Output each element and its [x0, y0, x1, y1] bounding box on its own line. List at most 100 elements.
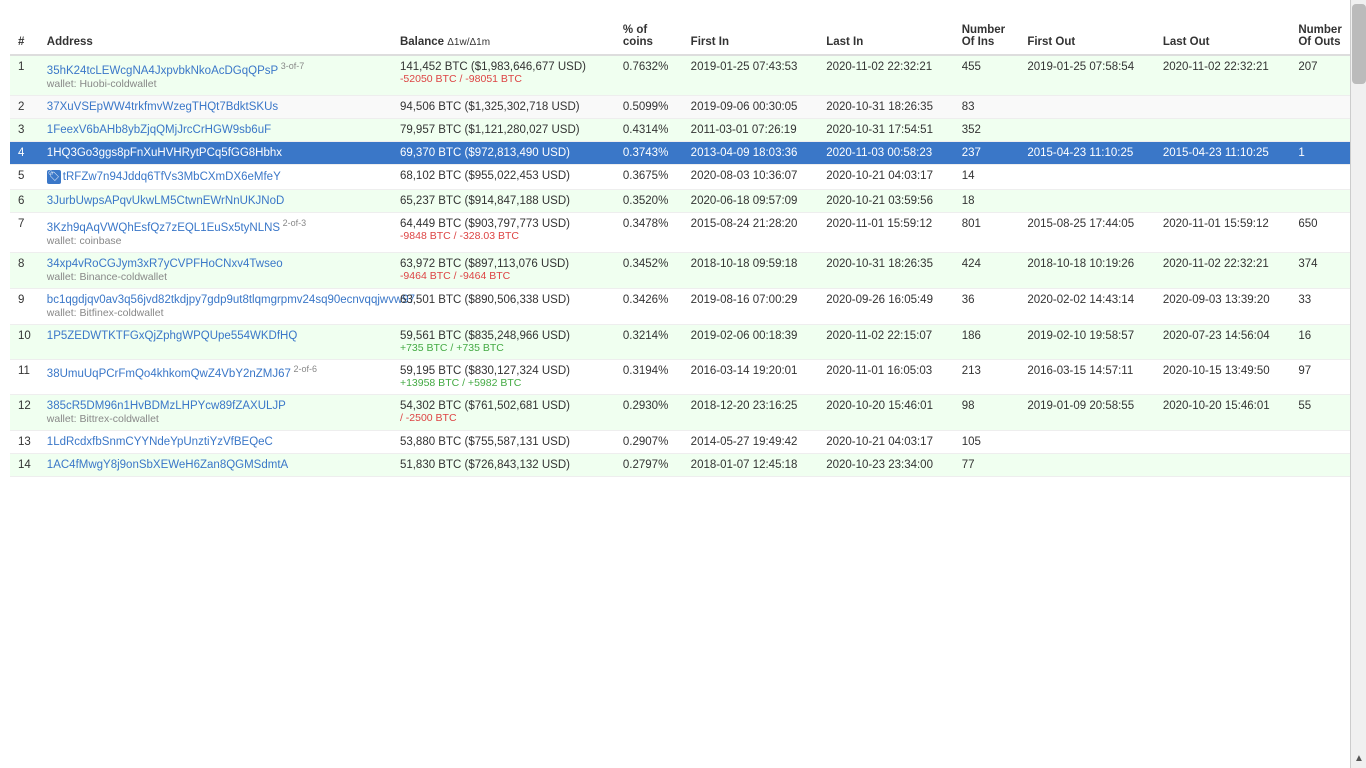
- balance-change: +735 BTC / +735 BTC: [400, 342, 607, 354]
- address-link[interactable]: 🏷tRFZw7n94Jddq6TfVs3MbCXmDX6eMfeY: [47, 171, 281, 183]
- first-out-cell: 2016-03-15 14:57:11: [1019, 359, 1155, 394]
- address-link[interactable]: 3JurbUwpsAPqvUkwLM5CtwnEWrNnUKJNoD: [47, 195, 285, 207]
- col-first-out: First Out: [1019, 18, 1155, 55]
- table-row: 63JurbUwpsAPqvUkwLM5CtwnEWrNnUKJNoD65,23…: [10, 189, 1356, 212]
- scrollbar[interactable]: ▲: [1350, 0, 1366, 768]
- first-out-cell: [1019, 189, 1155, 212]
- pct-cell: 0.3194%: [615, 359, 683, 394]
- balance-cell: 53,880 BTC ($755,587,131 USD): [392, 430, 615, 453]
- table-row: 834xp4vRoCGJym3xR7yCVPFHoCNxv4Twseowalle…: [10, 252, 1356, 288]
- num-ins-cell: 105: [954, 430, 1020, 453]
- address-link[interactable]: 1P5ZEDWTKTFGxQjZphgWPQUpe554WKDfHQ: [47, 330, 298, 342]
- first-out-cell: 2015-08-25 17:44:05: [1019, 212, 1155, 252]
- address-cell: 1HQ3Go3ggs8pFnXuHVHRytPCq5fGG8Hbhx: [39, 141, 392, 164]
- first-out-cell: [1019, 453, 1155, 476]
- balance-cell: 63,972 BTC ($897,113,076 USD)-9464 BTC /…: [392, 252, 615, 288]
- last-in-cell: 2020-11-01 16:05:03: [818, 359, 954, 394]
- num-outs-cell: 16: [1290, 324, 1356, 359]
- rank-cell: 14: [10, 453, 39, 476]
- address-link[interactable]: 385cR5DM96n1HvBDMzLHPYcw89fZAXULJP: [47, 400, 286, 412]
- first-in-cell: 2015-08-24 21:28:20: [683, 212, 819, 252]
- rank-cell: 5: [10, 164, 39, 189]
- balance-cell: 59,561 BTC ($835,248,966 USD)+735 BTC / …: [392, 324, 615, 359]
- rank-cell: 12: [10, 394, 39, 430]
- rank-cell: 8: [10, 252, 39, 288]
- first-out-cell: 2019-01-25 07:58:54: [1019, 55, 1155, 95]
- rank-cell: 10: [10, 324, 39, 359]
- num-ins-cell: 36: [954, 288, 1020, 324]
- scroll-down-arrow[interactable]: ▲: [1352, 753, 1366, 764]
- first-in-cell: 2020-08-03 10:36:07: [683, 164, 819, 189]
- first-in-cell: 2019-09-06 00:30:05: [683, 95, 819, 118]
- col-num-ins: NumberOf Ins: [954, 18, 1020, 55]
- address-link[interactable]: 37XuVSEpWW4trkfmvWzegTHQt7BdktSKUs: [47, 101, 278, 113]
- address-link[interactable]: 1LdRcdxfbSnmCYYNdeYpUnztiYzVfBEQeC: [47, 436, 273, 448]
- rank-cell: 2: [10, 95, 39, 118]
- balance-cell: 141,452 BTC ($1,983,646,677 USD)-52050 B…: [392, 55, 615, 95]
- last-out-cell: [1155, 430, 1291, 453]
- col-num-outs: NumberOf Outs: [1290, 18, 1356, 55]
- address-link[interactable]: 3Kzh9qAqVWQhEsfQz7zEQL1EuSx5tyNLNS 2-of-…: [47, 222, 306, 234]
- last-in-cell: 2020-10-20 15:46:01: [818, 394, 954, 430]
- table-row: 14 1AC4fMwgY8j9onSbXEWeH6Zan8QGMSdmtA 51,8…: [10, 453, 1356, 476]
- tag-icon: 🏷: [47, 170, 61, 184]
- table-row: 10 1P5ZEDWTKTFGxQjZphgWPQUpe554WKDfHQ 59,5…: [10, 324, 1356, 359]
- address-link[interactable]: 38UmuUqPCrFmQo4khkomQwZ4VbY2nZMJ67 2-of-…: [47, 368, 317, 380]
- num-outs-cell: [1290, 453, 1356, 476]
- last-out-cell: [1155, 189, 1291, 212]
- address-link[interactable]: bc1qgdjqv0av3q56jvd82tkdjpy7gdp9ut8tlqmg…: [47, 294, 415, 306]
- num-outs-cell: 97: [1290, 359, 1356, 394]
- last-out-cell: 2020-10-20 15:46:01: [1155, 394, 1291, 430]
- first-in-cell: 2014-05-27 19:49:42: [683, 430, 819, 453]
- last-in-cell: 2020-10-23 23:34:00: [818, 453, 954, 476]
- last-out-cell: 2020-10-15 13:49:50: [1155, 359, 1291, 394]
- scrollbar-thumb[interactable]: [1352, 4, 1366, 84]
- first-out-cell: 2019-02-10 19:58:57: [1019, 324, 1155, 359]
- last-in-cell: 2020-11-01 15:59:12: [818, 212, 954, 252]
- address-cell: 385cR5DM96n1HvBDMzLHPYcw89fZAXULJPwallet…: [39, 394, 392, 430]
- num-outs-cell: 207: [1290, 55, 1356, 95]
- address-cell: 35hK24tcLEWcgNA4JxpvbkNkoAcDGqQPsP 3-of-…: [39, 55, 392, 95]
- last-out-cell: 2020-07-23 14:56:04: [1155, 324, 1291, 359]
- page-title: [0, 0, 1366, 18]
- first-out-cell: 2015-04-23 11:10:25: [1019, 141, 1155, 164]
- table-row: 12385cR5DM96n1HvBDMzLHPYcw89fZAXULJPwall…: [10, 394, 1356, 430]
- last-in-cell: 2020-10-21 04:03:17: [818, 430, 954, 453]
- first-in-cell: 2019-01-25 07:43:53: [683, 55, 819, 95]
- col-last-out: Last Out: [1155, 18, 1291, 55]
- address-cell: 1P5ZEDWTKTFGxQjZphgWPQUpe554WKDfHQ: [39, 324, 392, 359]
- first-out-cell: 2019-01-09 20:58:55: [1019, 394, 1155, 430]
- table-row: 135hK24tcLEWcgNA4JxpvbkNkoAcDGqQPsP 3-of…: [10, 55, 1356, 95]
- address-link[interactable]: 1AC4fMwgY8j9onSbXEWeH6Zan8QGMSdmtA: [47, 459, 288, 471]
- last-out-cell: [1155, 95, 1291, 118]
- first-in-cell: 2013-04-09 18:03:36: [683, 141, 819, 164]
- balance-cell: 63,501 BTC ($890,506,338 USD): [392, 288, 615, 324]
- table-row: 237XuVSEpWW4trkfmvWzegTHQt7BdktSKUs94,50…: [10, 95, 1356, 118]
- address-link[interactable]: 35hK24tcLEWcgNA4JxpvbkNkoAcDGqQPsP 3-of-…: [47, 65, 304, 77]
- pct-cell: 0.7632%: [615, 55, 683, 95]
- table-row: 31FeexV6bAHb8ybZjqQMjJrcCrHGW9sb6uF79,95…: [10, 118, 1356, 141]
- pct-cell: 0.3743%: [615, 141, 683, 164]
- rank-cell: 13: [10, 430, 39, 453]
- rank-cell: 9: [10, 288, 39, 324]
- balance-change: +13958 BTC / +5982 BTC: [400, 377, 607, 389]
- table-row: 41HQ3Go3ggs8pFnXuHVHRytPCq5fGG8Hbhx69,37…: [10, 141, 1356, 164]
- balance-change: -9464 BTC / -9464 BTC: [400, 270, 607, 282]
- table-row: 13 1LdRcdxfbSnmCYYNdeYpUnztiYzVfBEQeC 53,8…: [10, 430, 1356, 453]
- balance-cell: 68,102 BTC ($955,022,453 USD): [392, 164, 615, 189]
- num-outs-cell: [1290, 118, 1356, 141]
- balance-cell: 51,830 BTC ($726,843,132 USD): [392, 453, 615, 476]
- last-out-cell: 2020-11-01 15:59:12: [1155, 212, 1291, 252]
- first-out-cell: [1019, 430, 1155, 453]
- balance-cell: 59,195 BTC ($830,127,324 USD)+13958 BTC …: [392, 359, 615, 394]
- num-ins-cell: 424: [954, 252, 1020, 288]
- last-in-cell: 2020-10-31 18:26:35: [818, 252, 954, 288]
- address-link[interactable]: 1HQ3Go3ggs8pFnXuHVHRytPCq5fGG8Hbhx: [47, 147, 282, 159]
- last-out-cell: [1155, 164, 1291, 189]
- address-link[interactable]: 34xp4vRoCGJym3xR7yCVPFHoCNxv4Twseo: [47, 258, 283, 270]
- pct-cell: 0.3426%: [615, 288, 683, 324]
- table-row: 9 bc1qgdjqv0av3q56jvd82tkdjpy7gdp9ut8tlqm…: [10, 288, 1356, 324]
- address-link[interactable]: 1FeexV6bAHb8ybZjqQMjJrcCrHGW9sb6uF: [47, 124, 271, 136]
- pct-cell: 0.3452%: [615, 252, 683, 288]
- num-ins-cell: 213: [954, 359, 1020, 394]
